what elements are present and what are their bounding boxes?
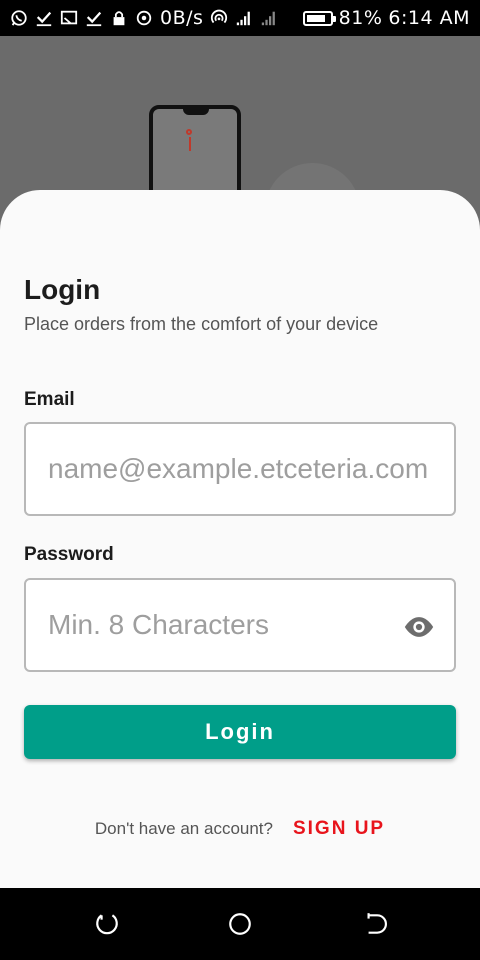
whatsapp-icon [10, 9, 28, 27]
recent-apps-icon[interactable] [93, 910, 121, 938]
lock-icon [110, 9, 128, 27]
signal-icon [235, 9, 253, 27]
cast-icon [60, 9, 78, 27]
signup-prompt: Don't have an account? [94, 819, 273, 838]
email-label: Email [24, 389, 75, 410]
signup-link[interactable]: SIGN UP [293, 818, 385, 840]
map-pin-icon [186, 129, 192, 135]
password-input[interactable] [48, 609, 388, 641]
hotspot-icon [210, 9, 228, 27]
page-subtitle: Place orders from the comfort of your de… [24, 314, 379, 334]
eye-icon[interactable] [402, 610, 436, 644]
check-icon [35, 9, 53, 27]
email-input[interactable] [48, 453, 454, 485]
status-bar: 0B/s 81% 6:14 AM [0, 0, 480, 36]
login-sheet: Login Place orders from the comfort of y… [0, 190, 480, 888]
check-icon [85, 9, 103, 27]
back-icon[interactable] [360, 910, 388, 938]
battery-percent: 81% [338, 7, 383, 29]
navigation-bar [0, 888, 480, 960]
signal-icon [260, 9, 278, 27]
network-speed: 0B/s [160, 7, 204, 29]
password-label: Password [24, 544, 114, 565]
login-button[interactable]: Login [24, 705, 456, 759]
email-field-container [24, 422, 456, 516]
signup-row: Don't have an account? SIGN UP [0, 818, 480, 840]
status-time: 6:14 AM [388, 7, 470, 29]
battery-icon [302, 10, 336, 26]
password-field-container [24, 578, 456, 672]
page-title: Login [24, 274, 101, 305]
data-saver-icon [135, 9, 153, 27]
home-icon[interactable] [226, 910, 254, 938]
